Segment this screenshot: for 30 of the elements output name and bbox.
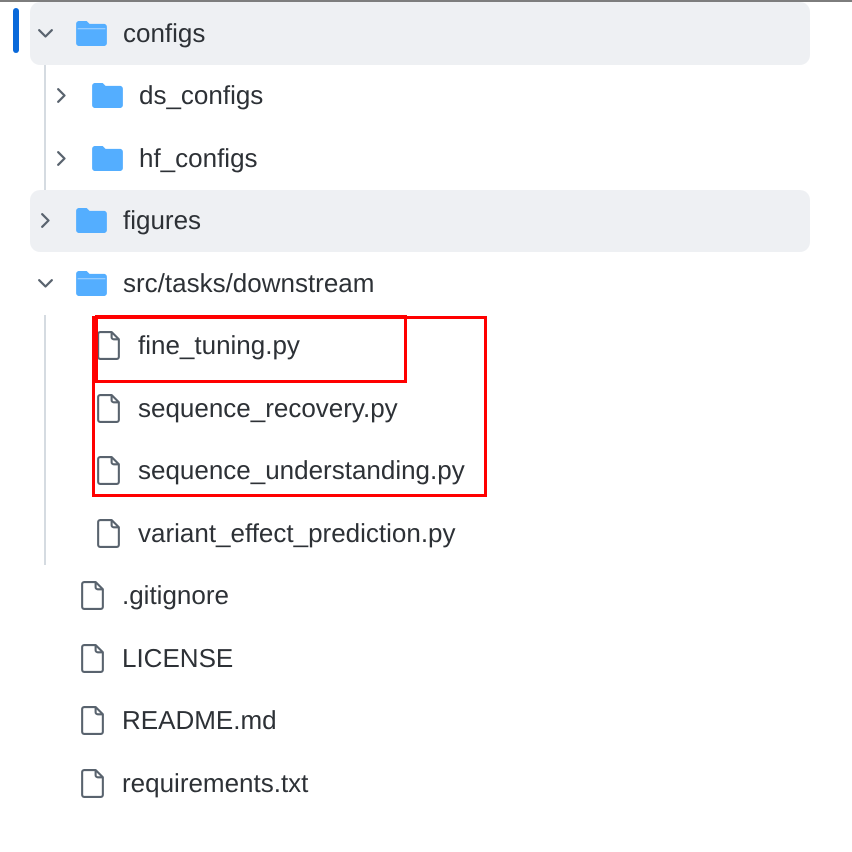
tree-item[interactable]: hf_configs: [30, 127, 266, 190]
chevron-right-icon[interactable]: [56, 150, 66, 166]
tree-item[interactable]: requirements.txt: [30, 752, 316, 814]
file-icon: [96, 518, 121, 548]
folder-icon: [92, 83, 123, 108]
folder-icon: [76, 20, 107, 46]
file-icon: [96, 456, 121, 486]
file-icon: [96, 394, 121, 423]
tree-item[interactable]: fine_tuning.py: [30, 314, 308, 377]
chevron-down-icon[interactable]: [38, 278, 52, 288]
file-icon: [80, 768, 105, 798]
tree-item[interactable]: sequence_recovery.py: [30, 377, 406, 440]
tree-item[interactable]: variant_effect_prediction.py: [30, 502, 464, 564]
file-icon: [80, 644, 105, 673]
tree-item[interactable]: src/tasks/downstream: [30, 252, 382, 314]
chevron-right-icon[interactable]: [40, 213, 50, 228]
tree-item[interactable]: LICENSE: [30, 627, 242, 690]
tree-item[interactable]: ds_configs: [30, 64, 272, 127]
tree-item[interactable]: sequence_understanding.py: [30, 440, 473, 502]
chevron-down-icon[interactable]: [38, 28, 52, 38]
tree-item[interactable]: figures: [30, 190, 810, 252]
chevron-right-icon[interactable]: [56, 88, 66, 104]
tree-item[interactable]: .gitignore: [30, 564, 237, 627]
file-icon: [80, 581, 105, 610]
tree-item[interactable]: README.md: [30, 690, 285, 752]
file-icon: [80, 706, 105, 736]
file-icon: [96, 331, 121, 360]
folder-icon: [92, 146, 123, 171]
folder-icon: [76, 208, 107, 234]
folder-icon: [76, 270, 107, 296]
